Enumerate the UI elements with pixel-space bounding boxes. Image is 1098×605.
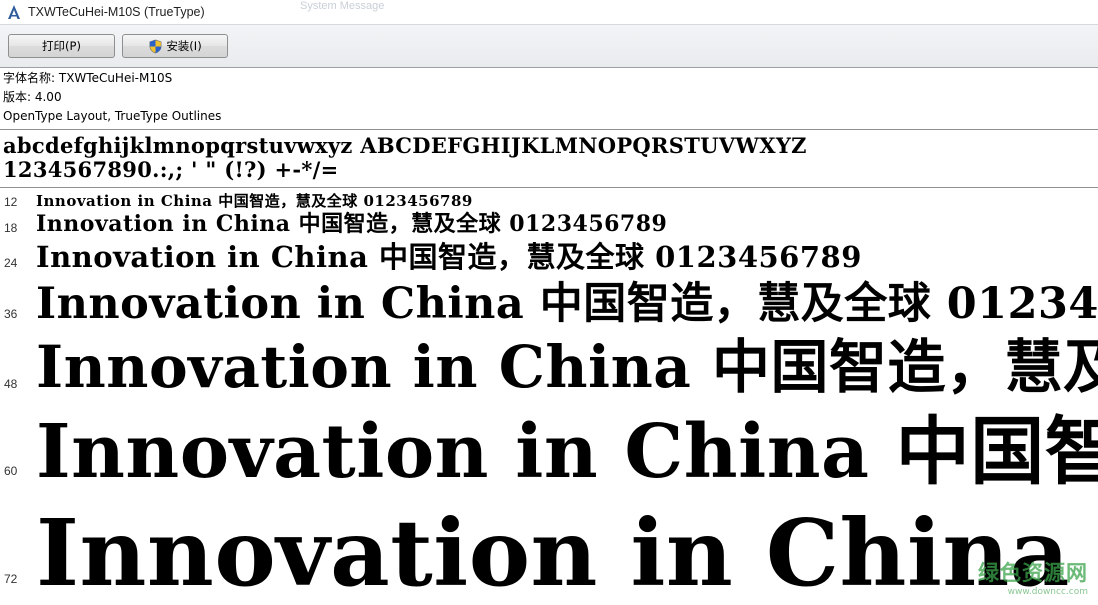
title-bar: TXWTeCuHei-M10S (TrueType) System Messag…	[0, 0, 1098, 24]
sample-size-label: 36	[4, 307, 18, 321]
sample-size-label: 12	[4, 195, 18, 209]
sample-text-72: Innovation in China 中国智造，慧及全球 0123456789	[36, 499, 1098, 605]
font-type-info: OpenType Layout, TrueType Outlines	[3, 109, 222, 123]
sample-text-24: Innovation in China 中国智造，慧及全球 0123456789	[36, 240, 862, 274]
toolbar: 打印(P) 安装(I)	[0, 24, 1098, 68]
print-button[interactable]: 打印(P)	[8, 34, 115, 58]
uac-shield-icon	[149, 39, 162, 53]
divider-top	[0, 129, 1098, 130]
sample-size-label: 24	[4, 256, 18, 270]
sample-size-label: 60	[4, 464, 18, 478]
divider-samples	[0, 187, 1098, 188]
install-button[interactable]: 安装(I)	[122, 34, 228, 58]
site-watermark: 绿色资源网 www.downcc.com	[978, 557, 1088, 597]
sample-text-12: Innovation in China 中国智造，慧及全球 0123456789	[36, 192, 473, 210]
font-name-info: 字体名称: TXWTeCuHei-M10S	[3, 71, 173, 85]
install-button-label: 安装(I)	[166, 39, 202, 53]
sample-size-label: 72	[4, 572, 18, 586]
sample-size-label: 18	[4, 221, 18, 235]
watermark-url: www.downcc.com	[1007, 587, 1088, 597]
charset-letters: abcdefghijklmnopqrstuvwxyz ABCDEFGHIJKLM…	[3, 133, 807, 158]
print-button-label: 打印(P)	[42, 39, 81, 53]
font-app-icon	[8, 5, 20, 19]
window-title: TXWTeCuHei-M10S (TrueType)	[28, 5, 205, 19]
sample-text-18: Innovation in China 中国智造，慧及全球 0123456789	[36, 211, 668, 237]
sample-text-60: Innovation in China 中国智造，慧及全球 0123456789	[36, 409, 1098, 495]
watermark-title: 绿色资源网	[978, 561, 1088, 585]
sample-text-48: Innovation in China 中国智造，慧及全球 0123456789	[36, 333, 1098, 401]
sample-text-36: Innovation in China 中国智造，慧及全球 0123456789	[36, 279, 1098, 329]
background-ghost-text: System Message	[300, 0, 385, 12]
version-info: 版本: 4.00	[3, 90, 62, 104]
sample-size-label: 48	[4, 377, 18, 391]
font-viewer-window: TXWTeCuHei-M10S (TrueType) System Messag…	[0, 0, 1098, 605]
charset-digits-symbols: 1234567890.:,; ' " (!?) +-*/=	[3, 157, 339, 182]
